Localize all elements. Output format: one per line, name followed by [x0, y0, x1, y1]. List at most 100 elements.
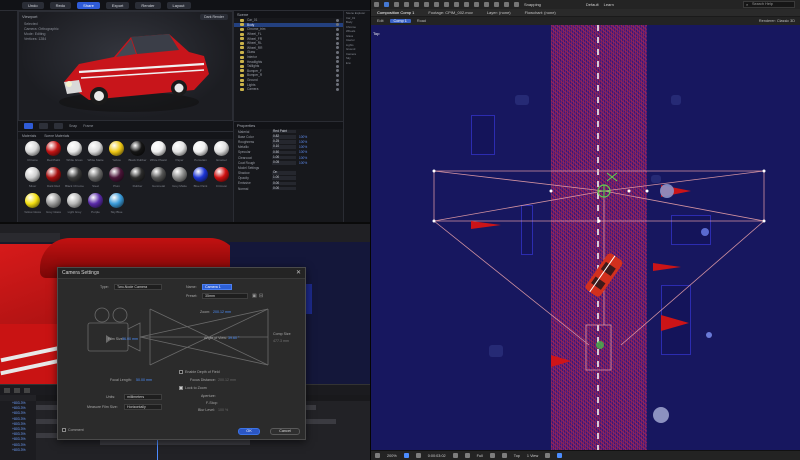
- visibility-icon[interactable]: [336, 83, 339, 87]
- property-value[interactable]: 1.00: [272, 176, 296, 181]
- property-value[interactable]: On: [272, 171, 296, 175]
- material-item[interactable]: Grey Matte: [169, 167, 190, 193]
- toggle-pixel-icon[interactable]: [545, 453, 551, 458]
- material-item[interactable]: Yellow: [106, 141, 127, 167]
- breadcrumb-comp[interactable]: Comp 1: [389, 19, 411, 23]
- rotate-tool-icon[interactable]: [39, 123, 48, 129]
- visibility-icon[interactable]: [336, 41, 339, 45]
- 3d-view-select[interactable]: Top: [514, 454, 520, 458]
- layer-value[interactable]: +803.3%: [0, 448, 36, 453]
- type-select[interactable]: Two-Node Camera: [114, 284, 162, 290]
- material-item[interactable]: Blue Paint: [190, 167, 211, 193]
- zoom-tool-icon[interactable]: [404, 2, 409, 7]
- property-value[interactable]: 0.50: [272, 150, 296, 155]
- renderer-label[interactable]: Renderer: Classic 3D: [759, 19, 795, 23]
- snapshot-icon[interactable]: [452, 453, 458, 458]
- snap-label[interactable]: Snap: [69, 124, 77, 128]
- tab-flowchart[interactable]: Flowchart: (none): [525, 10, 556, 15]
- explorer-item[interactable]: Env: [344, 61, 370, 66]
- material-item[interactable]: Grey Glass: [43, 193, 64, 219]
- tab-footage[interactable]: Footage: CPIM_002.mov: [428, 10, 472, 15]
- snapping-label[interactable]: Snapping: [524, 2, 541, 7]
- name-field[interactable]: Camera 1: [202, 284, 232, 290]
- puppet-tool-icon[interactable]: [514, 2, 519, 7]
- material-item[interactable]: Purple: [85, 193, 106, 219]
- material-item[interactable]: Silver: [22, 167, 43, 193]
- clone-tool-icon[interactable]: [484, 2, 489, 7]
- dof-checkbox[interactable]: [179, 370, 183, 374]
- roi-icon[interactable]: [489, 453, 495, 458]
- resolution-select[interactable]: Full: [477, 454, 483, 458]
- grid-icon[interactable]: [403, 453, 409, 458]
- workspace-default[interactable]: Default: [586, 2, 599, 7]
- ok-button[interactable]: OK: [238, 428, 260, 435]
- material-item[interactable]: Crimson: [211, 167, 232, 193]
- visibility-icon[interactable]: [336, 60, 339, 64]
- property-value[interactable]: 0.10: [272, 145, 296, 149]
- visibility-icon[interactable]: [336, 32, 339, 36]
- rect-tool-icon[interactable]: [444, 2, 449, 7]
- breadcrumb-road[interactable]: Road: [417, 19, 426, 23]
- fov-value[interactable]: 39.60 °: [228, 336, 239, 340]
- toolbar-button-export[interactable]: Export: [105, 1, 130, 9]
- visibility-icon[interactable]: [336, 69, 339, 73]
- property-percent[interactable]: 100%: [299, 161, 307, 165]
- material-item[interactable]: Chrome: [22, 141, 43, 167]
- measure-film-size-select[interactable]: Horizontally: [124, 404, 162, 410]
- film-size-value[interactable]: 36.00 mm: [122, 337, 138, 341]
- frame-label[interactable]: Frame: [83, 124, 93, 128]
- visibility-icon[interactable]: [336, 18, 339, 22]
- toolbar-button-share[interactable]: Share: [77, 1, 100, 9]
- property-percent[interactable]: 100%: [299, 135, 307, 139]
- fast-preview-icon[interactable]: [557, 453, 563, 458]
- units-select[interactable]: millimeters: [124, 394, 162, 400]
- zoom-level[interactable]: 200%: [387, 454, 397, 458]
- property-value[interactable]: 0.00: [272, 181, 296, 186]
- timeline-icon[interactable]: [14, 387, 20, 393]
- visibility-icon[interactable]: [336, 87, 339, 91]
- lock-to-zoom-checkbox[interactable]: [179, 386, 183, 390]
- toolbar-button-layout[interactable]: Layout: [166, 1, 191, 9]
- material-item[interactable]: Gunmetal: [148, 167, 169, 193]
- current-time[interactable]: 0:00:03:02: [428, 454, 446, 458]
- close-icon[interactable]: ✕: [296, 268, 301, 279]
- toolbar-button-undo[interactable]: Undo: [22, 1, 44, 9]
- property-value[interactable]: 0.25: [272, 140, 296, 144]
- material-item[interactable]: Sky Blue: [106, 193, 127, 219]
- property-percent[interactable]: 100%: [299, 140, 307, 144]
- material-item[interactable]: White Matte: [85, 141, 106, 167]
- workspace-learn[interactable]: Learn: [604, 2, 614, 7]
- toolbar-button-redo[interactable]: Redo: [49, 1, 72, 9]
- dolly-tool-icon[interactable]: [434, 2, 439, 7]
- pen-tool-icon[interactable]: [454, 2, 459, 7]
- scene-item[interactable]: Camera: [234, 87, 343, 92]
- material-item[interactable]: Dark Red: [43, 167, 64, 193]
- property-value[interactable]: 1.00: [272, 155, 296, 160]
- 3d-viewport[interactable]: Viewport Dark Render Selected Camera: Or…: [18, 11, 233, 121]
- property-value[interactable]: 0.82: [272, 134, 296, 139]
- focal-length-value[interactable]: 50.00 mm: [136, 378, 152, 382]
- tab-layer[interactable]: Layer: (none): [487, 10, 511, 15]
- material-item[interactable]: Porcelain: [190, 141, 211, 167]
- visibility-icon[interactable]: [336, 78, 339, 82]
- channel-icon[interactable]: [464, 453, 470, 458]
- delete-preset-icon[interactable]: ⊟: [259, 293, 263, 299]
- view-layout-select[interactable]: 1 View: [527, 454, 538, 458]
- material-item[interactable]: Light Grey: [64, 193, 85, 219]
- timeline-icon[interactable]: [24, 387, 30, 393]
- timeline-icon[interactable]: [4, 387, 10, 393]
- selection-tool-icon[interactable]: [384, 2, 389, 7]
- tab-materials[interactable]: Materials: [22, 134, 36, 138]
- search-help-input[interactable]: ⌕ Search Help: [743, 1, 795, 8]
- hand-tool-icon[interactable]: [394, 2, 399, 7]
- tab-scene-materials[interactable]: Scene Materials: [44, 134, 69, 138]
- material-item[interactable]: Yellow Gloss: [22, 193, 43, 219]
- zoom-value[interactable]: 200.12 mm: [213, 310, 231, 314]
- property-percent[interactable]: 100%: [299, 150, 307, 154]
- eraser-tool-icon[interactable]: [494, 2, 499, 7]
- property-value[interactable]: Red Paint: [272, 129, 296, 134]
- orbit-tool-icon[interactable]: [414, 2, 419, 7]
- composition-canvas[interactable]: Top: [371, 25, 800, 450]
- material-item[interactable]: Steel: [85, 167, 106, 193]
- visibility-icon[interactable]: [336, 73, 339, 77]
